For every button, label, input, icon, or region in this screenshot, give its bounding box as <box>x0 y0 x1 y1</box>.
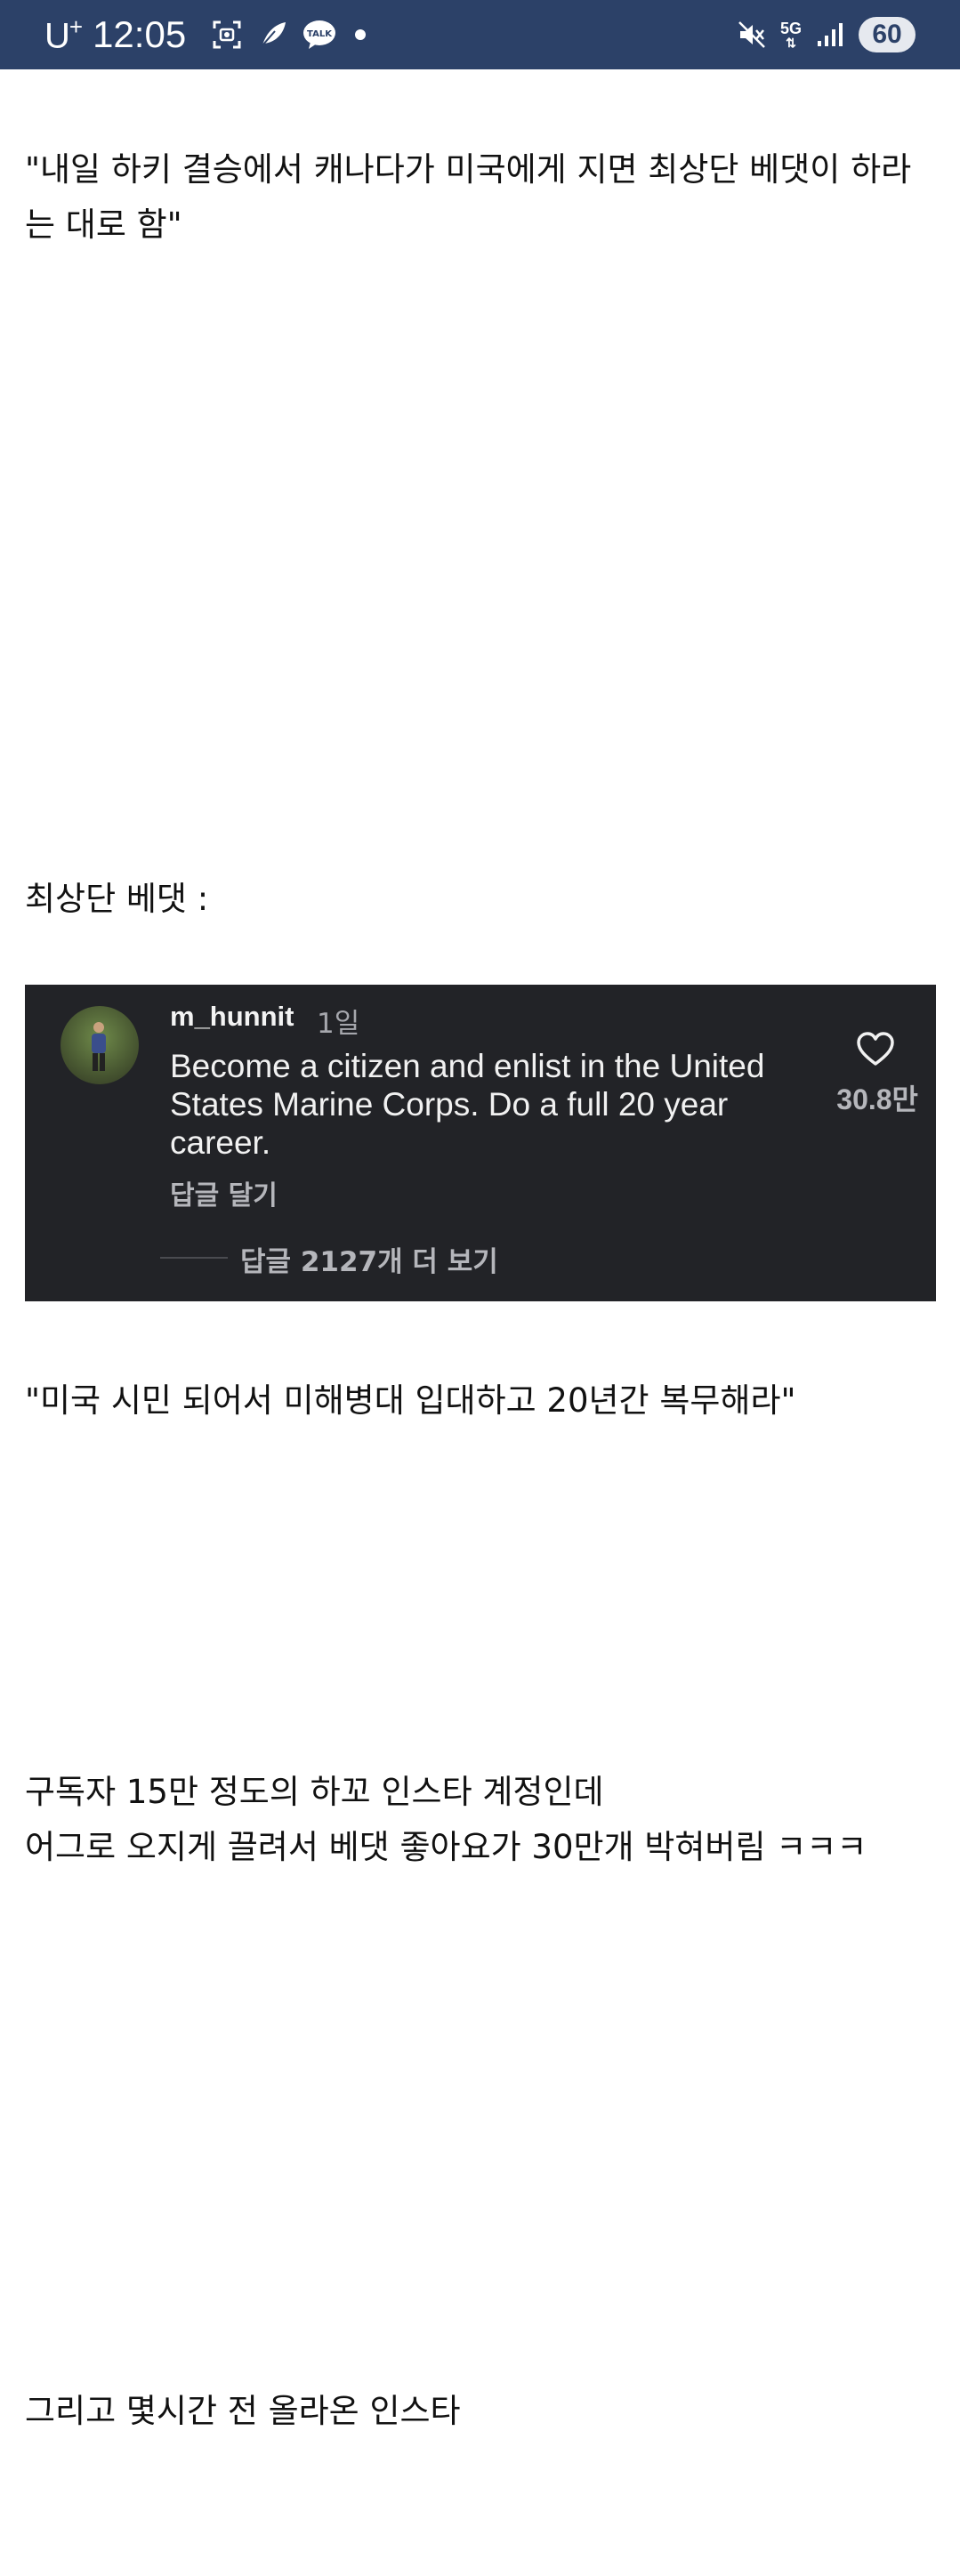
clock: 12:05 <box>93 13 187 55</box>
post-paragraph-4: 구독자 15만 정도의 하꼬 인스타 계정인데 어그로 오지게 끌려서 베댓 좋… <box>25 1765 935 1875</box>
carrier-label: U+ <box>44 12 83 56</box>
comment-time: 1일 <box>317 1008 360 1040</box>
kakaotalk-icon: TALK <box>302 17 337 52</box>
view-replies-button[interactable]: 답글 2127개 더 보기 <box>240 1239 498 1279</box>
post-paragraph-4-line-2: 어그로 오지게 끌려서 베댓 좋아요가 30만개 박혀버림 ㅋㅋㅋ <box>25 1828 867 1866</box>
post-paragraph-2: 최상단 베댓 : <box>25 880 209 918</box>
mute-icon <box>734 17 770 52</box>
network-indicator: 5G ⇅ <box>779 20 802 50</box>
more-notifications-dot <box>355 29 367 40</box>
signal-icon <box>812 17 848 52</box>
post-paragraph-5: 그리고 몇시간 전 올라온 인스타 <box>25 2392 461 2430</box>
comment-text: Become a citizen and enlist in the Unite… <box>170 1048 765 1161</box>
post-paragraph-1: "내일 하키 결승에서 캐나다가 미국에게 지면 최상단 베댓이 하라는 대로 … <box>25 150 912 244</box>
status-bar-right: 5G ⇅ 60 <box>734 0 916 69</box>
replies-divider <box>160 1257 228 1259</box>
comment-username[interactable]: m_hunnit <box>170 1001 294 1033</box>
comment-card: m_hunnit 1일 Become a citizen and enlist … <box>25 985 936 1301</box>
status-bar: U+ 12:05 TALK 5G ⇅ 60 <box>0 0 960 69</box>
battery-indicator: 60 <box>859 17 916 52</box>
screenshot-icon <box>209 17 245 52</box>
post-paragraph-4-line-1: 구독자 15만 정도의 하꼬 인스타 계정인데 <box>25 1773 604 1811</box>
post-paragraph-3: "미국 시민 되어서 미해병대 입대하고 20년간 복무해라" <box>25 1381 796 1420</box>
reply-button[interactable]: 답글 달기 <box>170 1173 278 1212</box>
svg-text:TALK: TALK <box>307 29 333 39</box>
like-count: 30.8만 <box>836 1083 918 1115</box>
feather-app-icon <box>255 17 291 52</box>
heart-icon[interactable] <box>856 1031 895 1067</box>
avatar[interactable] <box>61 1006 139 1084</box>
status-bar-left: U+ 12:05 TALK <box>44 0 367 69</box>
